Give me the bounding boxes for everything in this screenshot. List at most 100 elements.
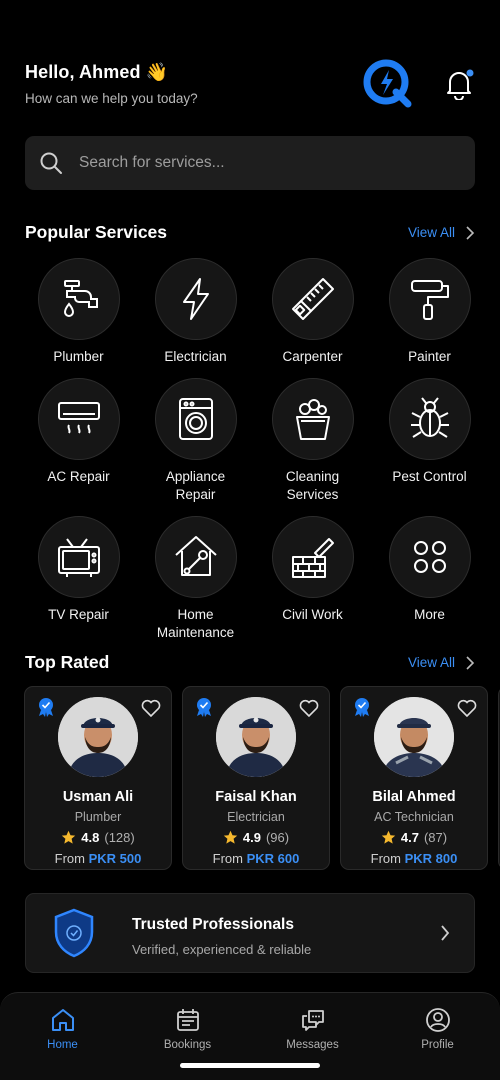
price-value: PKR 500	[88, 851, 142, 866]
app-logo-icon	[363, 59, 412, 108]
pro-name: Usman Ali	[62, 789, 134, 805]
service-label: Appliance Repair	[165, 469, 226, 502]
service-civil-work[interactable]: Civil Work	[254, 516, 371, 642]
service-electrician[interactable]: Electrician	[137, 258, 254, 366]
star-icon	[62, 830, 76, 844]
avatar	[374, 697, 454, 777]
service-home-maintenance[interactable]: Home Maintenance	[137, 516, 254, 642]
service-plumber[interactable]: Plumber	[20, 258, 137, 366]
header: Hello, Ahmed 👋 How can we help you today…	[25, 62, 198, 106]
pro-card[interactable]: Bilal Ahmed AC Technician 4.7 (87) From …	[340, 686, 488, 870]
service-label: More	[414, 607, 445, 622]
pro-role: Plumber	[74, 810, 122, 824]
chevron-right-icon	[441, 925, 450, 941]
search-input[interactable]: Search for services...	[79, 154, 225, 172]
avatar	[58, 697, 138, 777]
greeting-subtitle: How can we help you today?	[25, 91, 198, 106]
notification-bell-icon[interactable]	[444, 68, 474, 100]
service-label: Carpenter	[282, 349, 343, 364]
view-all-label[interactable]: View All	[408, 225, 455, 240]
washing-machine-icon	[178, 398, 213, 440]
verified-badge-icon	[355, 698, 369, 717]
pro-name: Faisal Khan	[215, 789, 297, 805]
top-rated-carousel[interactable]: Usman Ali Plumber 4.8 (128) From PKR 500…	[24, 686, 500, 870]
service-label: Plumber	[53, 349, 104, 364]
home-icon	[51, 1009, 74, 1031]
favorite-heart-icon[interactable]	[141, 699, 161, 717]
rating-count: (128)	[104, 830, 135, 845]
air-conditioner-icon	[57, 402, 100, 434]
view-all-pros-link[interactable]: View All	[408, 655, 475, 670]
pro-card[interactable]: Usman Ali Plumber 4.8 (128) From PKR 500	[24, 686, 172, 870]
pro-rating: 4.7 (87)	[381, 830, 447, 845]
grid-dots-icon	[413, 541, 446, 573]
service-label: Home Maintenance	[156, 607, 235, 640]
section-title: Popular Services	[25, 222, 168, 242]
service-label: Civil Work	[282, 607, 343, 622]
view-all-services-link[interactable]: View All	[408, 225, 475, 240]
rating-count: (96)	[265, 830, 290, 845]
greeting: Hello, Ahmed 👋	[25, 62, 169, 82]
nav-label: Home	[47, 1039, 78, 1051]
banner-title: Trusted Professionals	[132, 916, 294, 933]
favorite-heart-icon[interactable]	[299, 699, 319, 717]
chat-bubbles-icon	[301, 1010, 324, 1031]
service-carpenter[interactable]: Carpenter	[254, 258, 371, 366]
pro-card[interactable]: Faisal Khan Electrician 4.9 (96) From PK…	[182, 686, 330, 870]
service-cleaning[interactable]: Cleaning Services	[254, 378, 371, 504]
lightning-icon	[182, 278, 209, 320]
service-tv-repair[interactable]: TV Repair	[20, 516, 137, 642]
nav-label: Bookings	[163, 1039, 212, 1051]
price-prefix: From	[54, 851, 85, 866]
nav-label: Profile	[421, 1039, 454, 1051]
top-rated-header: Top Rated View All	[25, 652, 475, 673]
price-prefix: From	[370, 851, 401, 866]
service-appliance-repair[interactable]: Appliance Repair	[137, 378, 254, 504]
service-label: Painter	[408, 349, 451, 364]
nav-home[interactable]: Home	[0, 993, 125, 1080]
service-painter[interactable]: Painter	[371, 258, 488, 366]
pro-rating: 4.9 (96)	[223, 830, 289, 845]
popular-services-header: Popular Services View All	[25, 222, 475, 243]
pro-price: From PKR 600	[213, 851, 300, 866]
service-pest-control[interactable]: Pest Control	[371, 378, 488, 504]
pro-role: Electrician	[227, 810, 285, 824]
service-label: Pest Control	[392, 469, 467, 484]
pro-rating: 4.8 (128)	[61, 830, 135, 845]
chevron-right-icon	[466, 655, 475, 670]
pro-role: AC Technician	[374, 810, 454, 824]
pro-price: From PKR 800	[371, 851, 458, 866]
service-label: AC Repair	[47, 469, 110, 484]
verified-badge-icon	[197, 698, 211, 717]
chevron-right-icon	[466, 225, 475, 240]
service-more[interactable]: More	[371, 516, 488, 642]
rating-value: 4.7	[400, 830, 419, 845]
trusted-professionals-banner[interactable]: Trusted Professionals Verified, experien…	[25, 893, 475, 973]
price-value: PKR 600	[246, 851, 300, 866]
rating-value: 4.9	[242, 830, 261, 845]
user-circle-icon	[425, 1008, 450, 1032]
favorite-heart-icon[interactable]	[457, 699, 477, 717]
service-ac-repair[interactable]: AC Repair	[20, 378, 137, 504]
shield-check-icon	[54, 908, 94, 958]
home-indicator	[180, 1063, 320, 1068]
house-wrench-icon	[174, 536, 217, 576]
bug-icon	[410, 397, 449, 438]
service-label: Cleaning Services	[285, 469, 340, 502]
faucet-icon	[63, 280, 98, 317]
rating-count: (87)	[423, 830, 448, 845]
banner-subtitle: Verified, experienced & reliable	[132, 942, 312, 957]
pro-name: Bilal Ahmed	[372, 789, 456, 805]
brick-trowel-icon	[291, 538, 334, 578]
search-bar[interactable]: Search for services...	[25, 136, 475, 190]
nav-profile[interactable]: Profile	[375, 993, 500, 1080]
cleaning-bucket-icon	[295, 399, 330, 440]
avatar	[216, 697, 296, 777]
verified-badge-icon	[39, 698, 53, 717]
rating-value: 4.8	[81, 830, 100, 845]
nav-label: Messages	[286, 1039, 339, 1051]
view-all-label[interactable]: View All	[408, 655, 455, 670]
section-title: Top Rated	[25, 652, 110, 672]
services-grid: Plumber Electrician Carpenter Painter AC…	[20, 258, 487, 642]
star-icon	[381, 830, 396, 844]
